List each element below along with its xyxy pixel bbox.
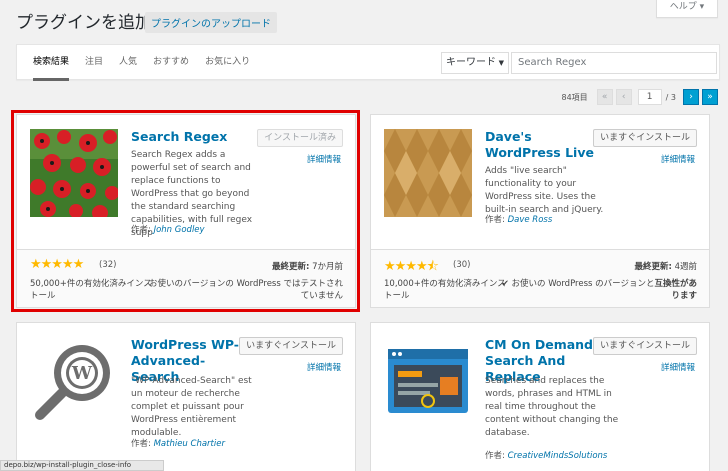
plugin-author: 作者: CreativeMindsSolutions (485, 449, 607, 461)
first-page-button[interactable]: « (596, 89, 613, 105)
updated-label: 最終更新: (271, 262, 310, 272)
author-link[interactable]: Mathieu Chartier (154, 439, 225, 449)
updated-value: 4週前 (674, 262, 697, 272)
details-link[interactable]: 詳細情報 (307, 361, 341, 373)
plugin-author: 作者: Mathieu Chartier (131, 437, 225, 449)
author-link[interactable]: Dave Ross (508, 215, 553, 225)
plugin-author: 作者: John Godley (131, 223, 205, 235)
details-link[interactable]: 詳細情報 (661, 361, 695, 373)
current-page-input[interactable]: 1 (637, 89, 662, 105)
active-installs: 50,000+件の有効化済みインストール (30, 279, 152, 301)
plugin-card-footer: ★★★★⯪ (30) 最終更新: 4週前 10,000+件の有効化済みインストー… (371, 249, 709, 307)
plugin-name-link[interactable]: Dave's WordPress Live Search (485, 129, 595, 161)
pagination: 84項目 « ‹ 1 / 3 › » (561, 88, 718, 106)
plugin-author: 作者: Dave Ross (485, 213, 552, 225)
last-updated: 最終更新: 7か月前 (272, 260, 343, 272)
plugin-card: CM On Demand Search And Replace いますぐインスト… (370, 322, 710, 471)
plugin-description: "WP-Advanced-Search" est un moteur de re… (131, 376, 252, 438)
help-button[interactable]: ヘルプ ▾ (656, 0, 718, 18)
page-title: プラグインを追加 (16, 13, 152, 33)
plugin-thumbnail-poppies (30, 129, 118, 217)
details-link[interactable]: 詳細情報 (307, 153, 341, 165)
author-link[interactable]: John Godley (154, 225, 205, 235)
magnifier-wordpress-icon: W (30, 337, 118, 425)
total-pages: / 3 (665, 92, 676, 102)
tab-popular[interactable]: 人気 (119, 45, 137, 81)
svg-text:W: W (71, 363, 93, 384)
plugin-description: Adds "live search" functionality to your… (485, 166, 604, 215)
search-input[interactable]: Search Regex (511, 52, 717, 74)
compatibility-notice: ✔ お使いの WordPress のバージョンと互換性があります (497, 278, 697, 302)
author-prefix: 作者: (485, 215, 508, 225)
plugin-card: Dave's WordPress Live Search いますぐインストール … (370, 114, 710, 308)
compatibility-notice: お使いのバージョンの WordPress ではテストされていません (149, 279, 343, 301)
last-page-button[interactable]: » (702, 89, 718, 105)
plugin-name-link[interactable]: Search Regex (131, 129, 227, 145)
prev-page-button[interactable]: ‹ (615, 89, 632, 105)
author-prefix: 作者: (131, 439, 154, 449)
star-rating: ★★★★⯪ (384, 259, 439, 274)
filter-bar: 検索結果 注目 人気 おすすめ お気に入り キーワード ▼ Search Reg… (16, 44, 720, 81)
plugin-card: Search Regex インストール済み 詳細情報 Search Regex … (16, 114, 356, 308)
tab-recommended[interactable]: おすすめ (153, 45, 189, 81)
tab-favorites[interactable]: お気に入り (205, 45, 250, 81)
search-type-value: キーワード (446, 57, 496, 68)
install-now-button[interactable]: いますぐインストール (593, 129, 697, 147)
tab-featured[interactable]: 注目 (85, 45, 103, 81)
upload-plugin-button[interactable]: プラグインのアップロード (145, 12, 277, 33)
star-rating: ★★★★★ (30, 257, 84, 272)
compat-prefix: ✔ お使いの WordPress のバージョンと (501, 279, 655, 289)
plugin-description: Searches and replaces the words, phrases… (485, 376, 619, 438)
author-prefix: 作者: (131, 225, 154, 235)
plugin-card-footer: ★★★★★ (32) 最終更新: 7か月前 50,000+件の有効化済みインスト… (17, 249, 355, 307)
author-link[interactable]: CreativeMindsSolutions (508, 451, 608, 461)
compat-status: 互換性があります (654, 279, 697, 301)
browser-status-bar: depo.biz/wp-install-plugin_close-info (0, 460, 164, 471)
tab-search-results[interactable]: 検索結果 (33, 45, 70, 81)
author-prefix: 作者: (485, 451, 508, 461)
rating-count[interactable]: (30) (453, 260, 470, 270)
item-count: 84項目 (561, 92, 588, 102)
details-link[interactable]: 詳細情報 (661, 153, 695, 165)
plugin-thumbnail-diamonds (384, 129, 472, 217)
install-now-button[interactable]: いますぐインストール (593, 337, 697, 355)
search-type-select[interactable]: キーワード ▼ (441, 52, 509, 74)
active-installs: 10,000+件の有効化済みインストール (384, 279, 506, 301)
plugin-tabs: 検索結果 注目 人気 おすすめ お気に入り (33, 45, 266, 81)
rating-count[interactable]: (32) (99, 260, 116, 270)
chevron-down-icon: ▼ (498, 59, 504, 67)
install-now-button[interactable]: いますぐインストール (239, 337, 343, 355)
installed-button[interactable]: インストール済み (257, 129, 343, 147)
next-page-button[interactable]: › (683, 89, 699, 105)
plugin-card: W WordPress WP-Advanced-Search いますぐインストー… (16, 322, 356, 471)
updated-value: 7か月前 (312, 262, 343, 272)
browser-window-icon (384, 337, 472, 425)
last-updated: 最終更新: 4週前 (634, 260, 697, 272)
updated-label: 最終更新: (634, 262, 672, 272)
